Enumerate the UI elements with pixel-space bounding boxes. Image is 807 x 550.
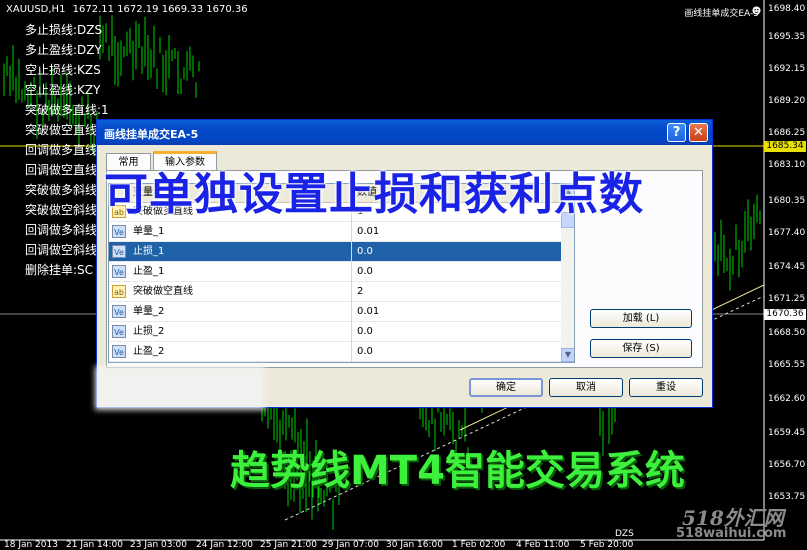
price-tick-label: 1668.50 — [768, 328, 806, 338]
number-param-icon: Ve — [112, 345, 126, 358]
caption-green: 趋势线MT4智能交易系统 — [230, 448, 685, 494]
chart-header: XAUUSD,H1 1672.11 1672.19 1669.33 1670.3… — [6, 4, 248, 15]
number-param-icon: Ve — [112, 225, 126, 238]
dialog-titlebar[interactable]: 画线挂单成交EA-5 ? ✕ — [97, 120, 712, 145]
price-tick-label: 1677.40 — [768, 228, 806, 238]
price-tick-label: 1695.35 — [768, 32, 806, 42]
legend-item: 多止盈线:DZY — [25, 43, 102, 57]
grid-row[interactable]: Ve 止盈_2 0.0 — [109, 342, 561, 362]
price-tick-label: 1683.10 — [768, 160, 806, 170]
param-value[interactable]: 2 — [357, 282, 363, 302]
smudge — [95, 366, 265, 410]
legend-item: 空止盈线:KZY — [25, 83, 101, 97]
param-name: 止盈_1 — [133, 266, 165, 277]
ok-button[interactable]: 确定 — [469, 378, 543, 397]
legend-item: 突破做多直线:1 — [25, 103, 109, 117]
param-value[interactable]: 0.01 — [357, 302, 379, 322]
param-name: 止损_1 — [133, 246, 165, 257]
price-tick-label: 1653.75 — [768, 492, 806, 502]
current-price-tag: 1685.34 — [764, 141, 806, 152]
price-tick-label: 1659.45 — [768, 428, 806, 438]
legend-item: 多止损线:DZS — [25, 23, 103, 37]
price-tick-label: 1671.25 — [768, 294, 806, 304]
number-param-icon: Ve — [112, 245, 126, 258]
price-tick-label: 1674.45 — [768, 262, 806, 272]
number-param-icon: Ve — [112, 325, 126, 338]
number-param-icon: Ve — [112, 265, 126, 278]
param-value[interactable]: 0.01 — [357, 222, 379, 242]
legend-item: 空止损线:KZS — [25, 63, 101, 77]
ea-label: 画线挂单成交EA-5 — [684, 9, 759, 19]
save-button[interactable]: 保存 (S) — [590, 339, 692, 358]
chart-ohlc: 1672.11 1672.19 1669.33 1670.36 — [72, 4, 248, 15]
watermark-url: 518waihui.com — [676, 526, 787, 541]
grid-row[interactable]: Ve 单量_2 0.01 — [109, 302, 561, 322]
param-name: 突破做空直线 — [133, 286, 193, 297]
price-tick-label: 1689.20 — [768, 96, 806, 106]
reset-button[interactable]: 重设 — [629, 378, 703, 397]
number-param-icon: Ve — [112, 305, 126, 318]
param-name: 单量_2 — [133, 306, 165, 317]
price-tick-label: 1686.25 — [768, 128, 806, 138]
param-value[interactable]: 0.0 — [357, 262, 373, 282]
price-tick-label: 1698.40 — [768, 4, 806, 14]
help-button[interactable]: ? — [667, 123, 686, 142]
param-value[interactable]: 0.0 — [357, 322, 373, 342]
grid-row[interactable]: Ve 止盈_1 0.0 — [109, 262, 561, 282]
param-name: 止损_2 — [133, 326, 165, 337]
grid-row[interactable]: ab 突破做空直线 2 — [109, 282, 561, 302]
chart-line-label: DZS — [615, 529, 634, 539]
cancel-button[interactable]: 取消 — [549, 378, 623, 397]
param-value[interactable]: 0.0 — [357, 242, 373, 262]
grid-row[interactable]: Ve 止损_2 0.0 — [109, 322, 561, 342]
grid-row[interactable]: Ve 止损_1 0.0 — [109, 242, 561, 262]
string-param-icon: ab — [112, 285, 126, 298]
price-tick-label: 1656.70 — [768, 460, 806, 470]
close-button[interactable]: ✕ — [689, 123, 708, 142]
param-name: 止盈_2 — [133, 346, 165, 357]
caption-blue: 可单独设置止损和获利点数 — [104, 169, 644, 220]
price-tick-label: 1662.60 — [768, 394, 806, 404]
bid-price-tag: 1670.36 — [764, 309, 806, 320]
load-button[interactable]: 加载 (L) — [590, 309, 692, 328]
dialog-title: 画线挂单成交EA-5 — [104, 128, 199, 141]
scroll-down-icon[interactable]: ▼ — [561, 348, 574, 362]
param-value[interactable]: 0.0 — [357, 342, 373, 362]
price-tick-label: 1680.35 — [768, 196, 806, 206]
chart-symbol: XAUUSD,H1 — [6, 4, 66, 15]
price-tick-label: 1692.15 — [768, 64, 806, 74]
price-tick-label: 1665.55 — [768, 360, 806, 370]
param-name: 单量_1 — [133, 226, 165, 237]
grid-row[interactable]: Ve 单量_1 0.01 — [109, 222, 561, 242]
smiley-icon — [752, 6, 761, 15]
